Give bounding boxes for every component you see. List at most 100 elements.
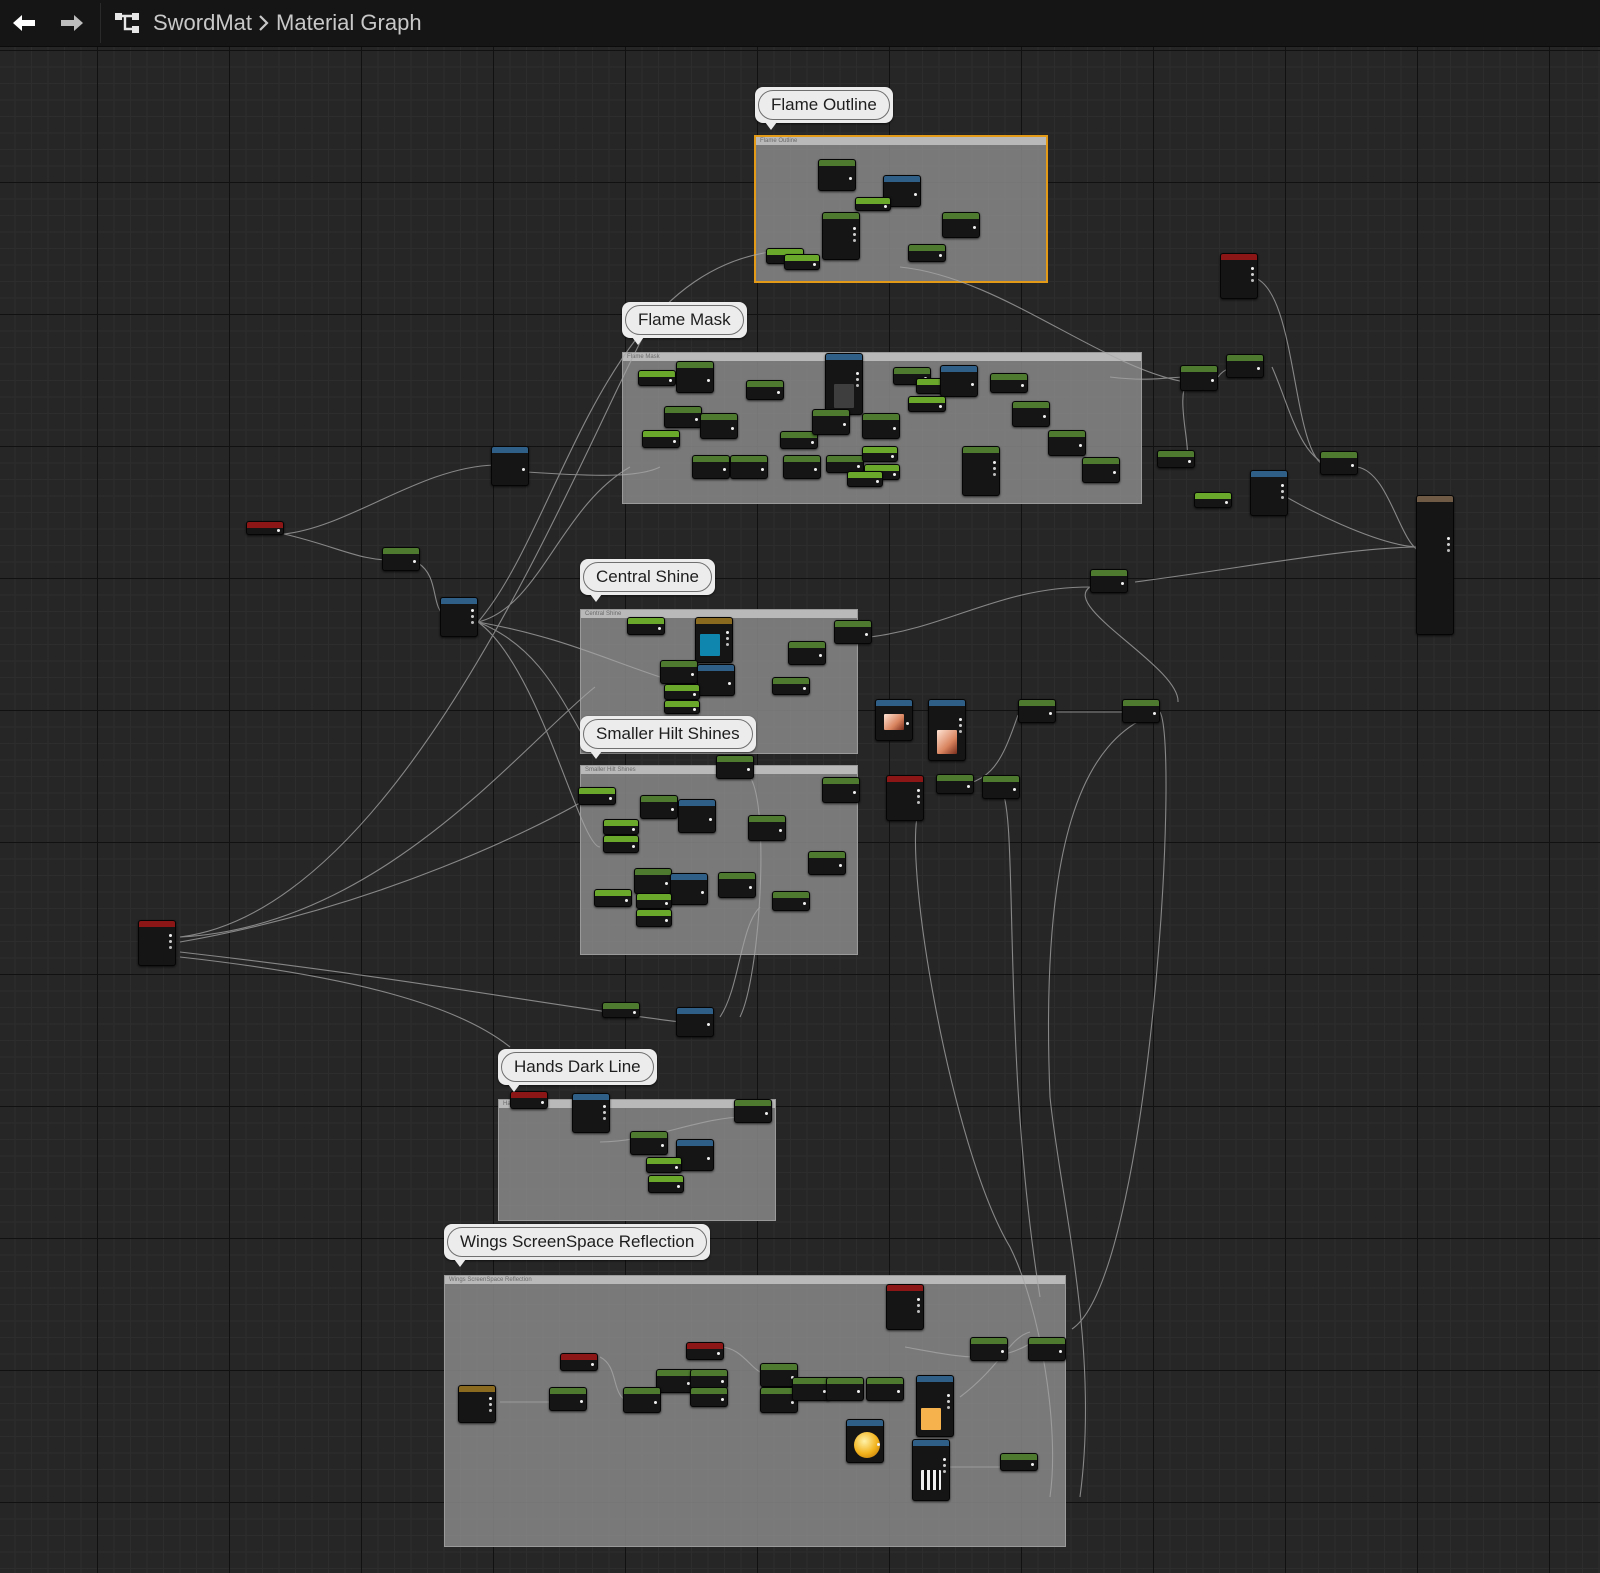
material-node-parameter[interactable] (138, 920, 176, 966)
material-node[interactable] (638, 370, 676, 386)
material-node[interactable] (822, 777, 860, 803)
material-node[interactable] (784, 254, 820, 270)
comment-bubble-flame-mask[interactable]: Flame Mask (622, 302, 747, 345)
material-node[interactable] (603, 835, 639, 853)
material-node[interactable] (491, 446, 529, 486)
material-node[interactable] (572, 1093, 610, 1133)
comment-box-wings-ssr[interactable]: Wings ScreenSpace Reflection (444, 1275, 1066, 1547)
material-node[interactable] (940, 365, 978, 397)
comment-bubble-central-shine[interactable]: Central Shine (580, 559, 716, 602)
material-node[interactable] (697, 664, 735, 696)
material-node[interactable] (656, 1369, 694, 1393)
material-node[interactable] (678, 799, 716, 833)
material-node[interactable] (962, 446, 1000, 496)
material-node[interactable] (690, 1387, 728, 1407)
material-node[interactable] (982, 775, 1020, 799)
material-node[interactable] (664, 700, 700, 714)
material-node[interactable] (549, 1387, 587, 1411)
material-node[interactable] (646, 1157, 682, 1173)
material-node-texture-sample[interactable] (912, 1439, 950, 1501)
material-node-texture-sample[interactable] (846, 1419, 884, 1463)
material-node[interactable] (808, 851, 846, 875)
back-button[interactable] (0, 0, 48, 46)
material-node[interactable] (718, 872, 756, 898)
material-node[interactable] (676, 1007, 714, 1037)
material-node[interactable] (1157, 450, 1195, 468)
material-node-parameter[interactable] (246, 521, 284, 535)
material-node[interactable] (716, 755, 754, 779)
material-node[interactable] (812, 409, 850, 435)
material-node[interactable] (942, 212, 980, 238)
material-node[interactable] (908, 244, 946, 262)
material-node[interactable] (630, 1131, 668, 1155)
material-node[interactable] (664, 684, 700, 700)
material-node[interactable] (700, 413, 738, 439)
material-node-parameter[interactable] (560, 1353, 598, 1371)
material-node[interactable] (822, 212, 860, 260)
forward-button[interactable] (48, 0, 96, 46)
material-node[interactable] (1226, 354, 1264, 378)
material-node[interactable] (847, 471, 883, 487)
material-node[interactable] (660, 660, 698, 684)
material-node[interactable] (636, 893, 672, 909)
material-node[interactable] (627, 617, 665, 635)
material-node-constant-color[interactable] (916, 1375, 954, 1437)
material-node[interactable] (783, 455, 821, 479)
material-node[interactable] (1090, 569, 1128, 593)
material-node[interactable] (670, 873, 708, 905)
material-node[interactable] (602, 1002, 640, 1018)
material-node[interactable] (1320, 451, 1358, 475)
material-node[interactable] (862, 446, 898, 462)
material-node[interactable] (664, 406, 702, 428)
material-node[interactable] (734, 1099, 772, 1123)
material-node[interactable] (623, 1387, 661, 1413)
material-node[interactable] (1000, 1453, 1038, 1471)
material-node[interactable] (748, 815, 786, 841)
material-node[interactable] (826, 1377, 864, 1401)
material-node[interactable] (1048, 430, 1086, 456)
material-node[interactable] (908, 396, 946, 412)
material-node[interactable] (855, 197, 891, 211)
material-node[interactable] (642, 430, 680, 448)
material-graph-button[interactable] (109, 0, 145, 46)
material-node[interactable] (1018, 699, 1056, 723)
material-node[interactable] (676, 361, 714, 393)
comment-bubble-smaller-hilt-shines[interactable]: Smaller Hilt Shines (580, 716, 756, 759)
material-node[interactable] (936, 774, 974, 794)
material-node[interactable] (1028, 1337, 1066, 1361)
material-node-texture-sample[interactable] (928, 699, 966, 761)
material-node[interactable] (788, 641, 826, 665)
material-node[interactable] (1012, 401, 1050, 427)
material-node-parameter[interactable] (686, 1342, 724, 1360)
material-node-parameter[interactable] (458, 1385, 496, 1423)
breadcrumb-material-graph[interactable]: Material Graph (276, 10, 422, 36)
material-node[interactable] (1082, 457, 1120, 483)
material-node[interactable] (772, 677, 810, 695)
material-node[interactable] (634, 868, 672, 894)
comment-bubble-flame-outline[interactable]: Flame Outline (755, 87, 893, 130)
material-node[interactable] (640, 795, 678, 819)
material-node[interactable] (862, 413, 900, 439)
material-node[interactable] (1180, 365, 1218, 391)
material-node[interactable] (792, 1377, 830, 1401)
material-node[interactable] (1194, 492, 1232, 508)
material-node[interactable] (690, 1369, 728, 1389)
material-node[interactable] (866, 1377, 904, 1401)
material-node[interactable] (970, 1337, 1008, 1361)
material-output-node[interactable] (1416, 495, 1454, 635)
material-node[interactable] (603, 819, 639, 835)
breadcrumb-swordmat[interactable]: SwordMat (153, 10, 252, 36)
material-node[interactable] (1122, 699, 1160, 723)
material-node-parameter[interactable] (510, 1091, 548, 1109)
material-node[interactable] (594, 889, 632, 907)
material-node[interactable] (1250, 470, 1288, 516)
material-node-parameter[interactable] (886, 1284, 924, 1330)
material-node[interactable] (818, 159, 856, 191)
comment-bubble-wings-ssr[interactable]: Wings ScreenSpace Reflection (444, 1224, 711, 1267)
material-node-texture[interactable] (825, 353, 863, 415)
material-node[interactable] (440, 597, 478, 637)
material-node[interactable] (772, 891, 810, 911)
material-node[interactable] (578, 787, 616, 805)
material-node[interactable] (746, 380, 784, 400)
material-node[interactable] (730, 455, 768, 479)
